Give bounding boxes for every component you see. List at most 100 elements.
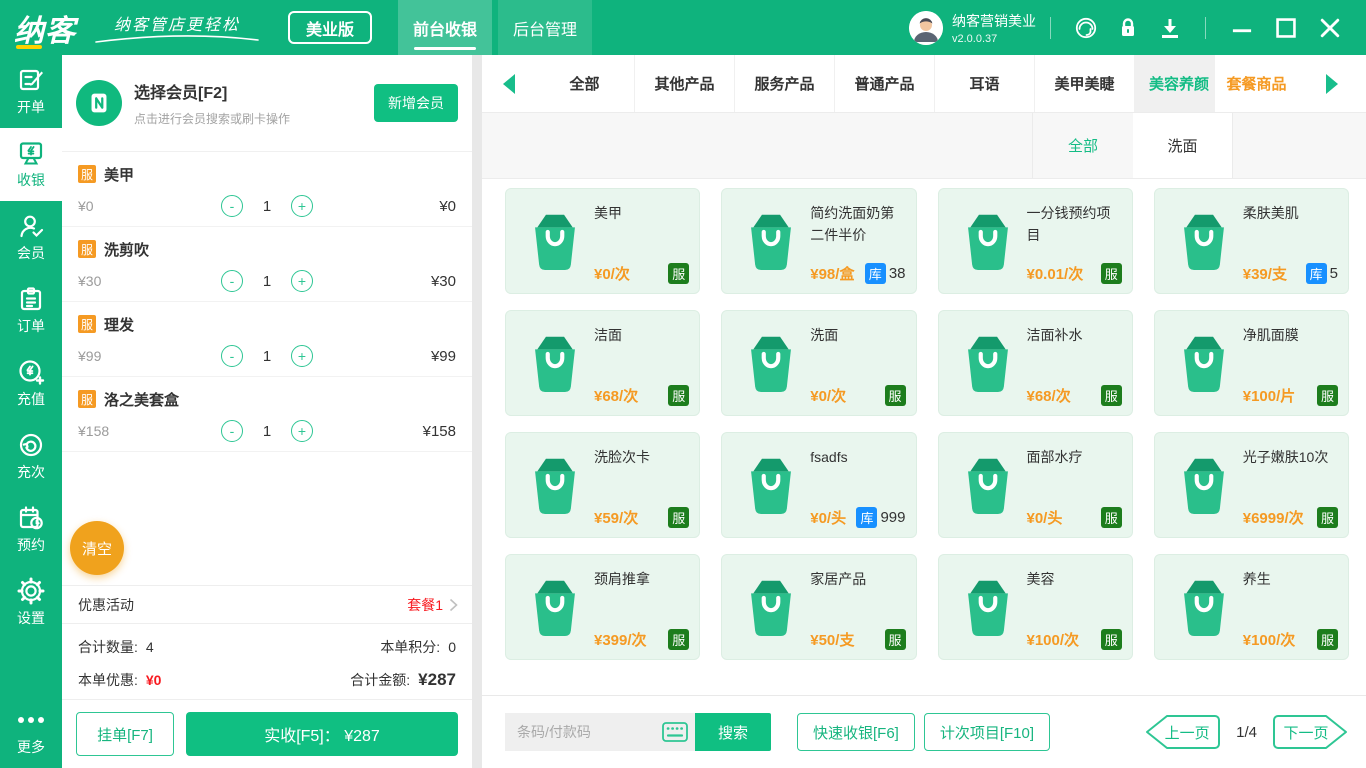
shopping-bag-icon [1165, 563, 1243, 651]
prev-page-button[interactable]: 上一页 [1143, 714, 1221, 750]
minus-button[interactable]: - [221, 420, 243, 442]
category-tab-general[interactable]: 普通产品 [835, 55, 935, 112]
sidebar-item-settings[interactable]: 设置 [0, 566, 62, 639]
product-card[interactable]: 洁面补水 ¥68/次 服 [937, 310, 1133, 416]
amount-label: 合计金额: [350, 672, 411, 688]
support-icon[interactable] [1074, 16, 1098, 40]
product-price: ¥0/次 [594, 265, 630, 283]
product-card[interactable]: fsadfs ¥0/头库 999 [721, 432, 917, 538]
maximize-icon[interactable] [1273, 15, 1299, 41]
sidebar-item-members[interactable]: 会员 [0, 201, 62, 274]
add-member-button[interactable]: 新增会员 [374, 84, 458, 122]
minimize-icon[interactable] [1229, 15, 1255, 41]
service-badge: 服 [1100, 384, 1122, 406]
product-price: ¥100/次 [1242, 631, 1296, 649]
plus-button[interactable]: + [291, 345, 313, 367]
points-value: 0 [448, 639, 456, 655]
product-card[interactable]: 光子嫩肤10次 ¥6999/次服 [1153, 432, 1349, 538]
download-icon[interactable] [1158, 16, 1182, 40]
sidebar-item-recharge-times[interactable]: 充次 [0, 420, 62, 493]
lock-icon[interactable] [1116, 16, 1140, 40]
total-qty-label: 合计数量: [78, 639, 138, 655]
slogan-underline [95, 35, 259, 43]
sidebar-item-more[interactable]: 更多 [0, 702, 62, 760]
minus-button[interactable]: - [221, 270, 243, 292]
hold-order-button[interactable]: 挂单[F7] [76, 712, 174, 756]
promo-value: 套餐1 [407, 596, 443, 613]
product-card[interactable]: 简约洗面奶第二件半价 ¥98/盒库 38 [721, 188, 917, 294]
sidebar-item-appointments[interactable]: 预约 [0, 493, 62, 566]
tabs-scroll-right[interactable] [1298, 55, 1366, 112]
product-card[interactable]: 净肌面膜 ¥100/片 服 [1153, 310, 1349, 416]
cart-item[interactable]: 服美甲 ¥0 - 1 + ¥0 [62, 152, 472, 227]
category-tab-all[interactable]: 全部 [535, 55, 635, 112]
product-price: ¥50/支 [810, 631, 855, 649]
barcode-search-input[interactable] [505, 713, 655, 751]
service-badge: 服 [668, 506, 690, 528]
checkout-button[interactable]: 实收[F5]： ¥287 [186, 712, 458, 756]
tab-back-manage[interactable]: 后台管理 [498, 0, 593, 55]
cart-item-unit-price: ¥99 [78, 348, 102, 364]
member-card-icon[interactable] [76, 80, 122, 126]
quick-cashier-button[interactable]: 快速收银[F6] [797, 713, 915, 751]
service-badge: 服 [1100, 506, 1122, 528]
product-card[interactable]: 颈肩推拿 ¥399/次 服 [505, 554, 701, 660]
top-bar: 纳客 纳客管店更轻松 美业版 前台收银 后台管理 纳客营销美业 v2.0.0.3… [0, 0, 1366, 55]
sidebar: 开单 收银 会员 订单 充值 充次 预约 设置 更多 [0, 55, 62, 768]
clear-cart-button[interactable]: 清空 [70, 521, 124, 575]
category-tab-package[interactable]: 套餐商品 [1215, 55, 1298, 112]
next-page-button[interactable]: 下一页 [1272, 714, 1350, 750]
plus-button[interactable]: + [291, 420, 313, 442]
cart-item[interactable]: 服洛之美套盒 ¥158 - 1 + ¥158 [62, 377, 472, 452]
user-meta: 纳客营销美业 v2.0.0.37 [952, 11, 1036, 45]
cart-item[interactable]: 服洗剪吹 ¥30 - 1 + ¥30 [62, 227, 472, 302]
close-icon[interactable] [1317, 15, 1343, 41]
product-card[interactable]: 洗脸次卡 ¥59/次 服 [505, 432, 701, 538]
shopping-bag-icon [732, 197, 810, 285]
plus-button[interactable]: + [291, 195, 313, 217]
sidebar-item-billing[interactable]: 开单 [0, 55, 62, 128]
product-card[interactable]: 洁面 ¥68/次 服 [505, 310, 701, 416]
category-tab-other[interactable]: 其他产品 [635, 55, 735, 112]
service-badge: 服 [884, 384, 906, 406]
product-card[interactable]: 一分钱预约项目 ¥0.01/次服 [937, 188, 1133, 294]
plus-button[interactable]: + [291, 270, 313, 292]
member-select-area[interactable]: 选择会员[F2] 点击进行会员搜索或刷卡操作 [134, 79, 374, 127]
sidebar-item-recharge[interactable]: 充值 [0, 347, 62, 420]
count-project-button[interactable]: 计次项目[F10] [923, 713, 1051, 751]
product-card[interactable]: 柔肤美肌 ¥39/支库 5 [1153, 188, 1349, 294]
sidebar-item-orders[interactable]: 订单 [0, 274, 62, 347]
sidebar-item-label: 更多 [17, 738, 45, 755]
promo-row[interactable]: 优惠活动 套餐1 [62, 585, 472, 623]
subcategory-tab-face-wash[interactable]: 洗面 [1133, 113, 1233, 178]
minus-button[interactable]: - [221, 195, 243, 217]
tabs-scroll-left[interactable] [482, 55, 535, 112]
cart-item-total: ¥0 [439, 197, 456, 215]
category-tab-nail-lash[interactable]: 美甲美睫 [1035, 55, 1135, 112]
search-button[interactable]: 搜索 [695, 713, 771, 751]
category-tab-eryu[interactable]: 耳语 [935, 55, 1035, 112]
stock-count: 5 [1329, 264, 1338, 282]
edition-badge[interactable]: 美业版 [288, 11, 373, 44]
product-card[interactable]: 家居产品 ¥50/支 服 [721, 554, 917, 660]
product-card[interactable]: 洗面 ¥0/次 服 [721, 310, 917, 416]
product-card[interactable]: 美容 ¥100/次 服 [937, 554, 1133, 660]
subcategory-tab-all[interactable]: 全部 [1033, 113, 1133, 178]
minus-button[interactable]: - [221, 345, 243, 367]
cart-item[interactable]: 服理发 ¥99 - 1 + ¥99 [62, 302, 472, 377]
cart-item-name: 理发 [104, 316, 135, 334]
product-card[interactable]: 养生 ¥100/次 服 [1153, 554, 1349, 660]
sidebar-item-cashier[interactable]: 收银 [0, 128, 62, 201]
shopping-bag-icon [732, 441, 810, 529]
product-card[interactable]: 面部水疗 ¥0/头 服 [937, 432, 1133, 538]
tab-front-cashier[interactable]: 前台收银 [398, 0, 493, 55]
user-chip[interactable]: 纳客营销美业 v2.0.0.37 [909, 10, 1036, 45]
product-name: 养生 [1242, 571, 1271, 587]
category-tab-service[interactable]: 服务产品 [735, 55, 835, 112]
product-price: ¥0/头 [810, 509, 847, 527]
product-price: ¥100/次 [1026, 631, 1080, 649]
keyboard-icon[interactable] [655, 713, 695, 751]
category-tab-beauty-care[interactable]: 美容养颜 [1135, 55, 1215, 112]
divider [1050, 16, 1051, 39]
product-card[interactable]: 美甲 ¥0/次 服 [505, 188, 701, 294]
